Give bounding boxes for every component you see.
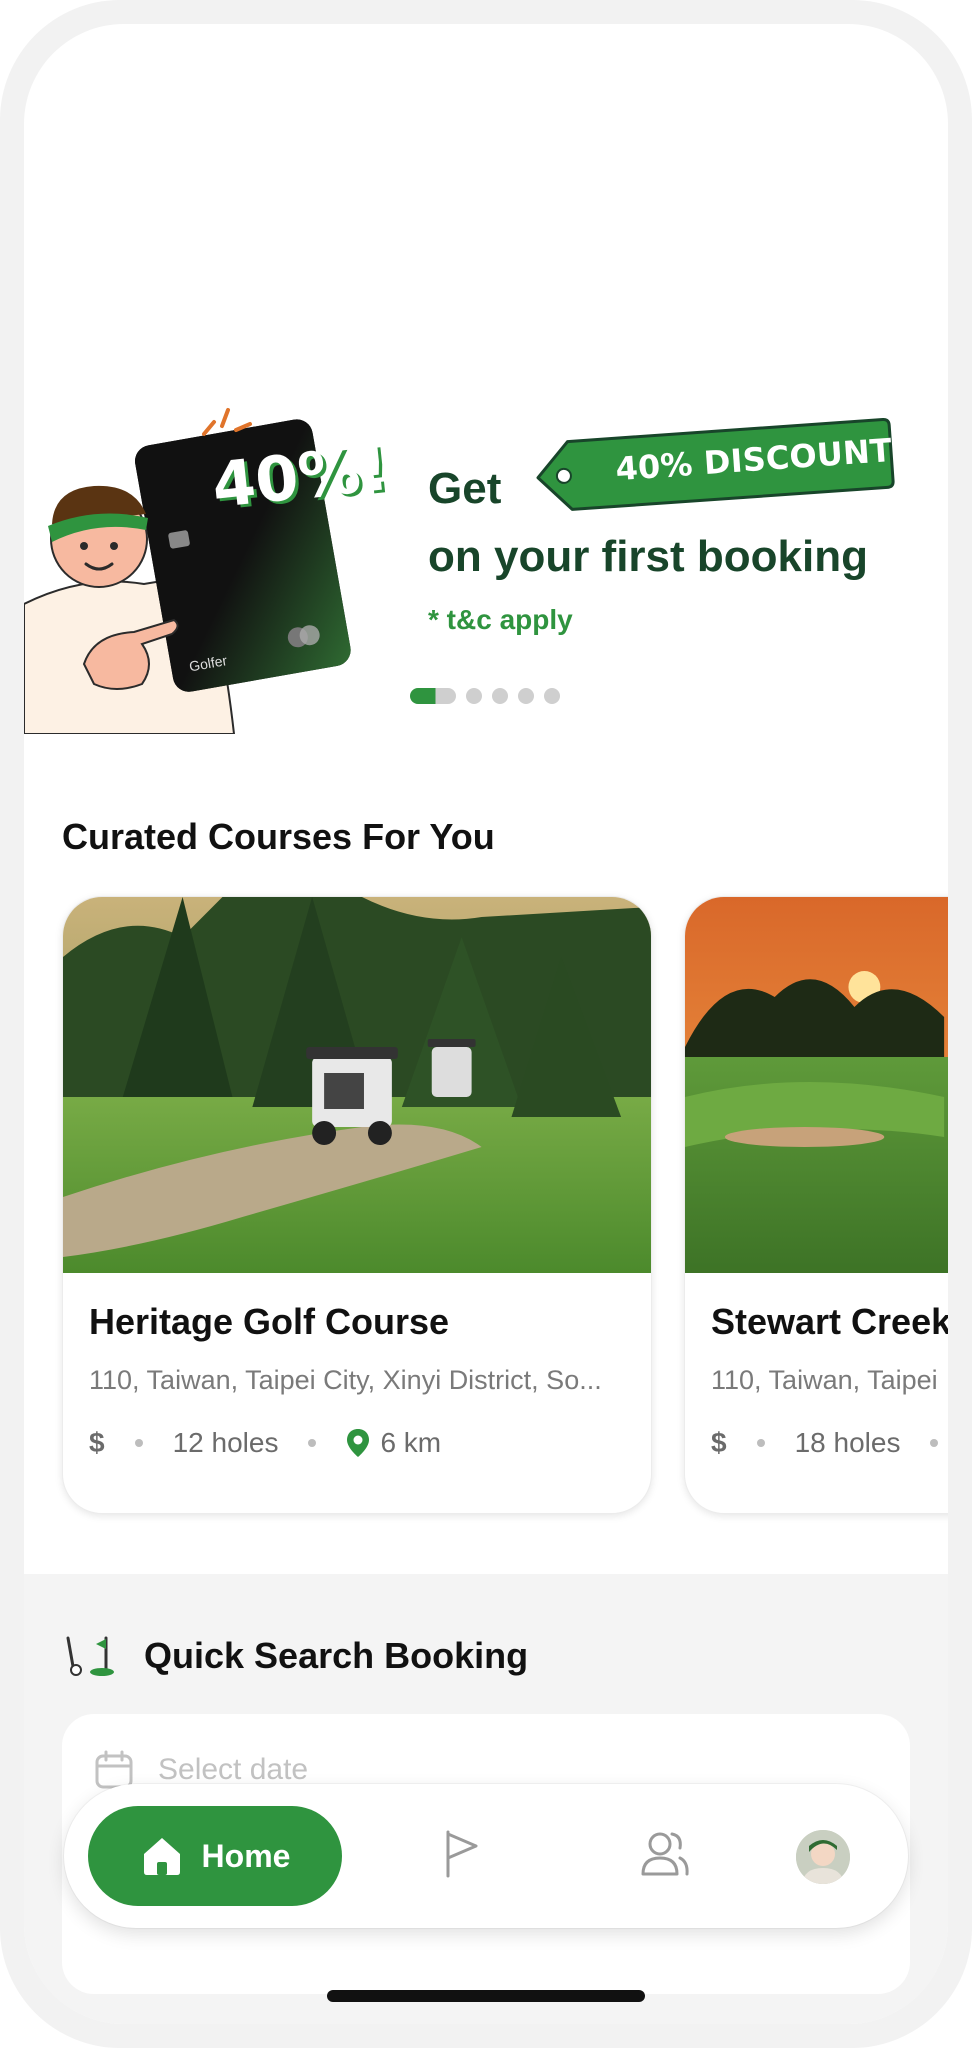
location-name: Taipei City, Taiwan (166, 175, 535, 222)
promo-terms: * t&c apply (428, 604, 573, 635)
search-placeholder: Search courses (166, 310, 382, 345)
quick-search-title: Quick Search Booking (144, 1635, 529, 1676)
course-address: 110, Taiwan, Taipei (711, 1365, 938, 1395)
wifi-icon (770, 68, 810, 97)
promo-headline-prefix: Get (428, 464, 502, 513)
quick-search-header: Quick Search Booking (62, 1634, 528, 1678)
curated-section-title: Curated Courses For You (62, 816, 495, 857)
avatar[interactable] (796, 1830, 850, 1884)
chevron-down-icon (550, 192, 574, 205)
course-address: 110, Taiwan, Taipei City, Xinyi District… (89, 1365, 602, 1395)
course-name: Heritage Golf Course (89, 1301, 450, 1342)
location-pin-icon (347, 1429, 370, 1457)
course-holes: 18 holes (794, 1427, 901, 1458)
carousel-dot[interactable] (518, 688, 534, 704)
carousel-dot[interactable] (466, 688, 482, 704)
promo-headline: on your first booking (428, 532, 868, 581)
course-photo-image (63, 897, 651, 1273)
status-icons (710, 68, 888, 98)
course-holes: 12 holes (172, 1427, 279, 1458)
carousel-dot[interactable] (492, 688, 508, 704)
carousel-dot[interactable] (544, 688, 560, 704)
course-card[interactable]: Heritage Golf Course 110, Taiwan, Taipei… (62, 896, 652, 1514)
golfer-logo-icon (64, 164, 137, 237)
course-card[interactable]: Stewart Creek 110, Taiwan, Taipei $ 18 h… (684, 896, 948, 1514)
home-icon (143, 1838, 180, 1875)
nav-home-button[interactable]: Home (88, 1806, 342, 1906)
course-distance: 6 km (380, 1427, 442, 1458)
carousel-indicator[interactable] (410, 688, 560, 704)
course-price: $ (89, 1427, 105, 1458)
bottom-navigation: Home (64, 1784, 908, 1928)
location-selector[interactable]: Taipei City, Taiwan (64, 154, 575, 244)
separator-dot (756, 1439, 765, 1447)
flag-icon[interactable] (444, 1830, 480, 1878)
battery-icon (824, 68, 886, 98)
status-time: 9:41 (134, 60, 209, 101)
course-name: Stewart Creek (711, 1301, 948, 1342)
course-meta: $ 12 holes 6 km (89, 1427, 441, 1459)
hero-header: 9:41 Taipei City, Taiwan Search courses … (24, 24, 948, 734)
signal-icon (710, 69, 753, 97)
separator-dot (930, 1439, 939, 1447)
golf-flag-icon (66, 1636, 114, 1676)
course-price: $ (711, 1427, 727, 1458)
separator-dot (134, 1439, 143, 1447)
home-indicator (327, 1990, 645, 2002)
course-photo-image (685, 897, 948, 1273)
avatar-image (796, 1830, 850, 1884)
date-placeholder: Select date (158, 1753, 309, 1786)
bell-icon[interactable] (850, 170, 906, 226)
carousel-dot-active[interactable] (410, 688, 456, 704)
users-icon[interactable] (640, 1830, 690, 1878)
separator-dot (308, 1439, 317, 1447)
nav-home-label: Home (201, 1837, 291, 1874)
course-meta: $ 18 holes (711, 1427, 948, 1459)
search-input[interactable]: Search courses (62, 280, 910, 376)
search-icon (100, 307, 142, 349)
phone-frame: 9:41 Taipei City, Taiwan Search courses … (0, 0, 972, 2048)
status-bar: 9:41 (24, 24, 948, 144)
discount-tag: 40% DISCOUNT (531, 415, 897, 516)
app-screen: 9:41 Taipei City, Taiwan Search courses … (24, 24, 948, 2024)
